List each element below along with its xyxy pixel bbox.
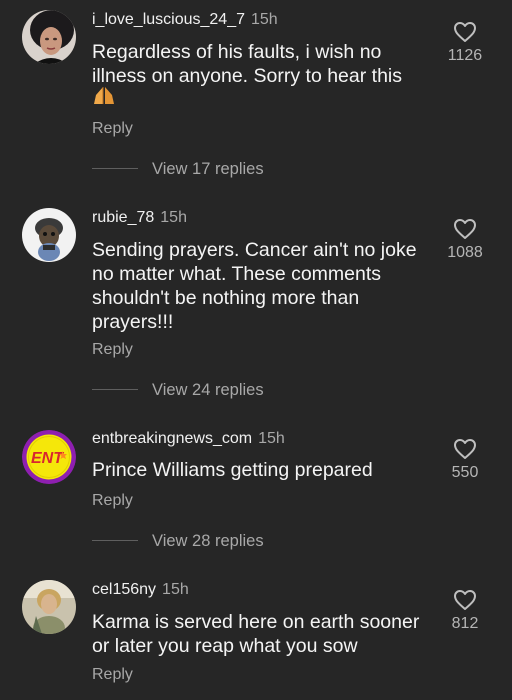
view-replies-button[interactable]: View 24 replies [92, 381, 264, 400]
heart-outline-icon [454, 590, 476, 610]
comment-username[interactable]: i_love_luscious_24_7 [92, 11, 245, 28]
comment-text: Prince Williams getting prepared [92, 459, 373, 481]
like-count: 812 [451, 615, 479, 632]
comment-username[interactable]: cel156ny [92, 581, 156, 598]
comment-timestamp: 15h [258, 430, 285, 447]
comment-username[interactable]: rubie_78 [92, 209, 154, 226]
divider-line [92, 540, 138, 542]
comment-username[interactable]: entbreakingnews_com [92, 430, 252, 447]
like-button[interactable]: 1088 [440, 218, 490, 262]
avatar-logo-text: ENT [31, 450, 64, 467]
reply-button[interactable]: Reply [92, 341, 133, 359]
comment-timestamp: 15h [160, 209, 187, 226]
divider-line [92, 168, 138, 170]
folded-hands-icon [92, 86, 116, 111]
comment-timestamp: 15h [251, 11, 278, 28]
comment-text: Karma is served here on earth sooner or … [92, 611, 420, 657]
like-count: 550 [451, 464, 479, 481]
avatar[interactable] [22, 208, 76, 262]
heart-outline-icon [454, 439, 476, 459]
avatar[interactable]: ENT [22, 430, 76, 484]
heart-outline-icon [454, 22, 476, 42]
like-button[interactable]: 812 [440, 589, 490, 633]
comment-text: Regardless of his faults, i wish no illn… [92, 41, 403, 87]
view-replies-button[interactable]: View 28 replies [92, 532, 264, 551]
like-count: 1088 [447, 244, 483, 261]
avatar[interactable] [22, 580, 76, 634]
view-replies-label: View 24 replies [152, 381, 264, 399]
like-button[interactable]: 550 [440, 438, 490, 482]
comment-text: Sending prayers. Cancer ain't no joke no… [92, 239, 417, 333]
like-button[interactable]: 1126 [440, 21, 490, 65]
view-replies-label: View 17 replies [152, 160, 264, 178]
comment-timestamp: 15h [162, 581, 189, 598]
reply-button[interactable]: Reply [92, 492, 133, 510]
like-count: 1126 [447, 47, 483, 64]
reply-button[interactable]: Reply [92, 666, 133, 684]
heart-outline-icon [454, 219, 476, 239]
view-replies-label: View 28 replies [152, 532, 264, 550]
divider-line [92, 389, 138, 391]
reply-button[interactable]: Reply [92, 120, 133, 138]
avatar[interactable] [22, 10, 76, 64]
view-replies-button[interactable]: View 17 replies [92, 160, 264, 179]
